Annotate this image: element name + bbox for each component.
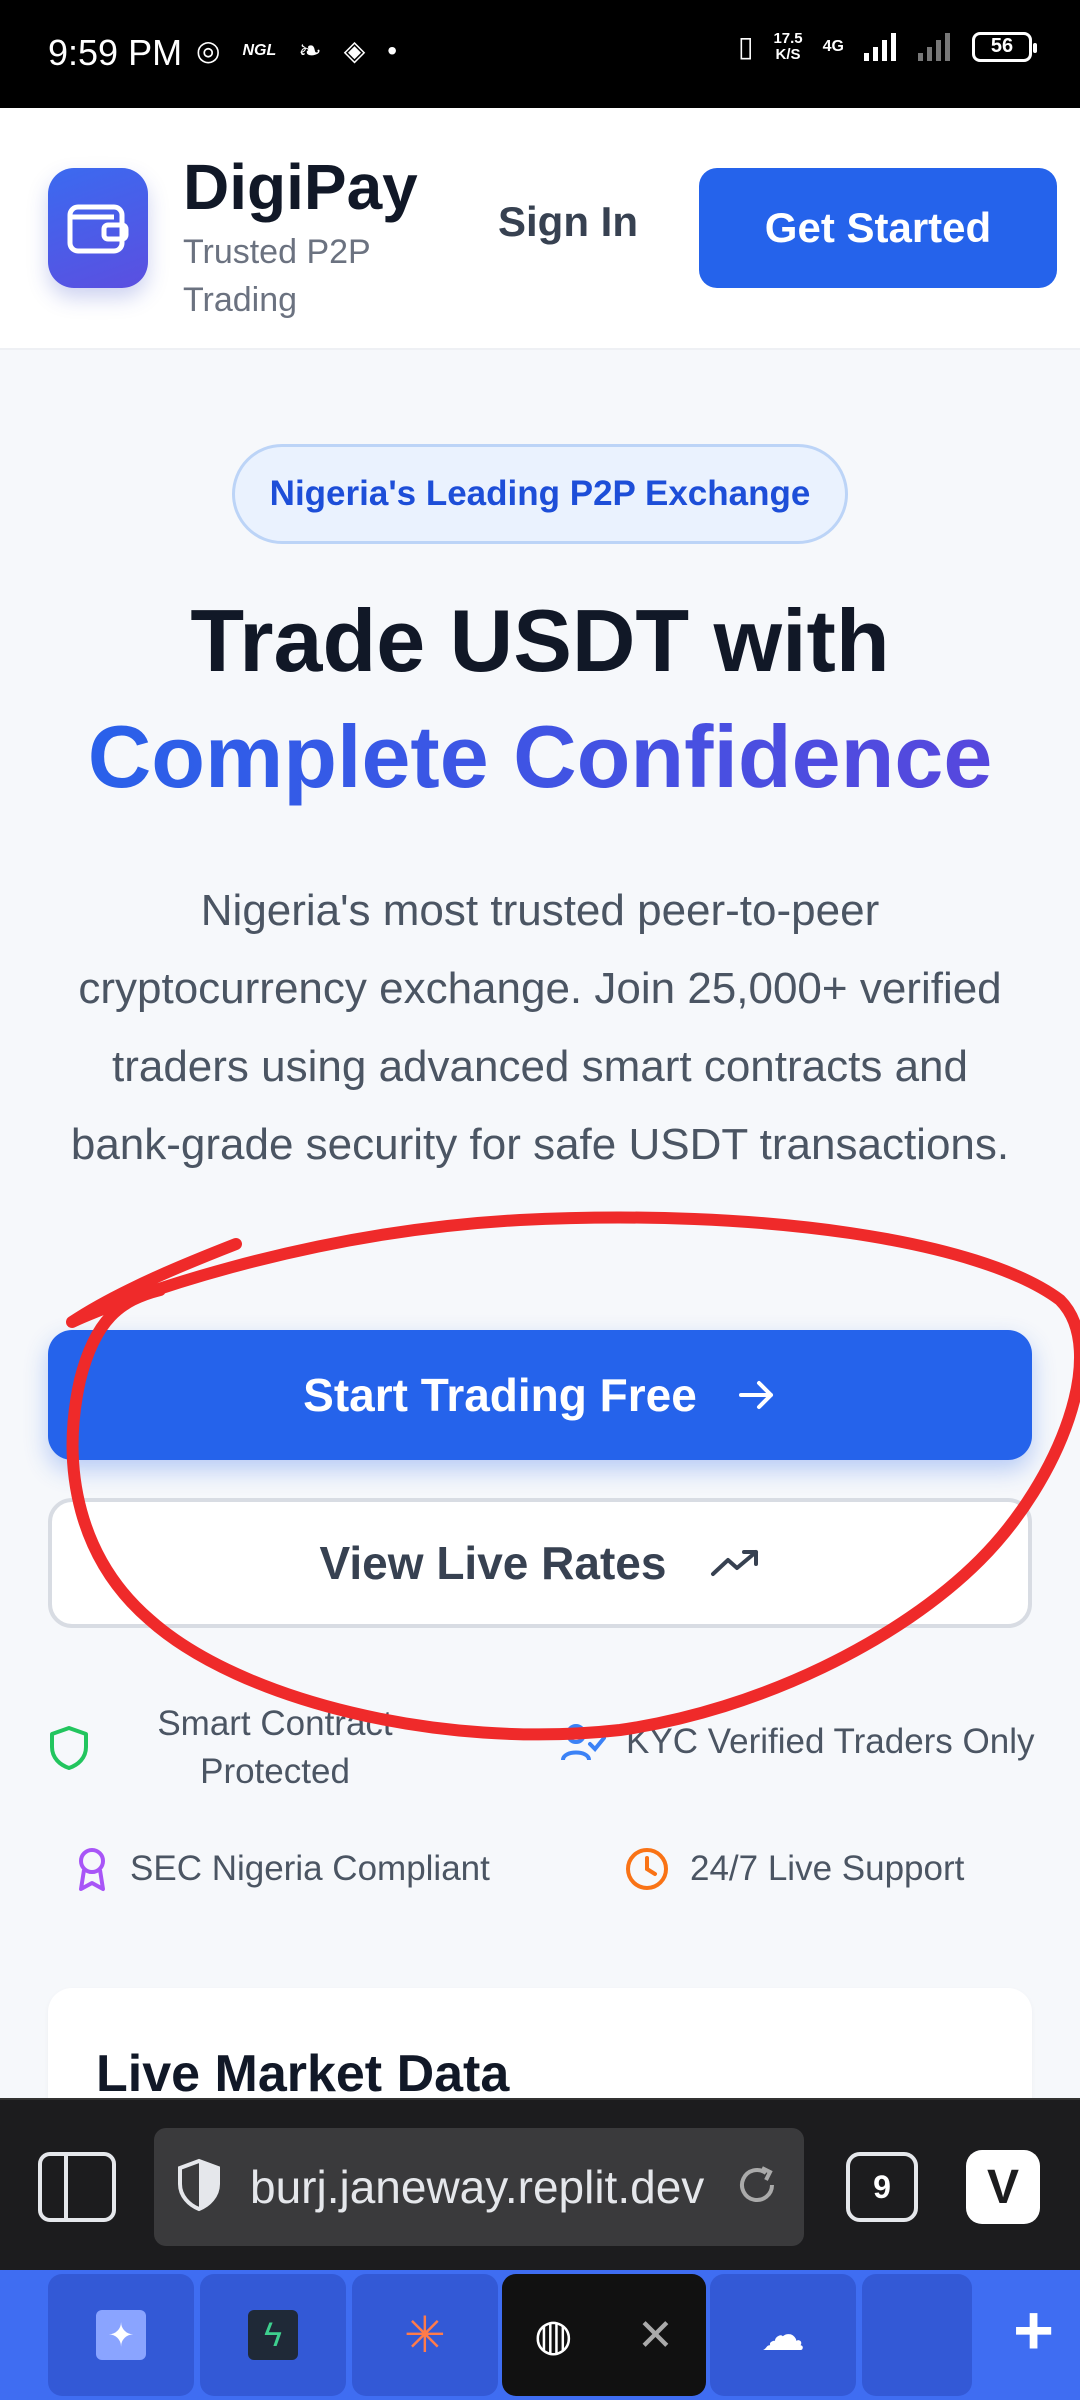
start-trading-label: Start Trading Free [303,1369,697,1421]
wallet-icon[interactable] [48,168,148,288]
dot-icon: • [387,34,398,66]
tab-starburst[interactable]: ✳ [352,2274,498,2396]
cloud-check-icon: ☁ [761,2310,805,2360]
signal-icon [864,32,896,61]
feature-sec: SEC Nigeria Compliant [74,1846,490,1892]
get-started-button[interactable]: Get Started [699,168,1057,288]
view-live-rates-button[interactable]: View Live Rates [48,1498,1032,1628]
close-tab-icon[interactable]: ✕ [637,2310,674,2361]
system-icons: ▯ 17.5 K/S 4G 56 [738,29,1037,63]
view-live-rates-label: View Live Rates [319,1537,667,1589]
start-trading-button[interactable]: Start Trading Free [48,1330,1032,1460]
clock: 9:59 PM [48,32,183,73]
diamond-icon: ◈ [343,35,366,66]
feature-smart-contract: Smart Contract Protected [48,1700,440,1796]
browser-toolbar: burj.janeway.replit.dev 9 V [0,2098,1080,2270]
ngl-icon: NGL [242,41,277,59]
notification-icons: ◎ NGL ❧ ◈ • [196,34,397,67]
site-header: DigiPay Trusted P2P Trading Sign In Get … [0,108,1080,350]
hero-title-line1: Trade USDT with [190,591,890,690]
new-tab-icon[interactable]: + [1013,2290,1054,2370]
award-icon [79,1848,105,1891]
signal-icon-secondary [918,32,950,61]
arrow-right-icon [738,1381,773,1409]
network-speed: 17.5 K/S [773,29,803,63]
hero-badge: Nigeria's Leading P2P Exchange [232,444,848,544]
globe-icon: ◍ [534,2310,573,2360]
feature-label: SEC Nigeria Compliant [130,1849,490,1888]
market-title: Live Market Data [96,2045,510,2103]
bolt-icon: ϟ [248,2310,298,2360]
brand-name[interactable]: DigiPay [183,150,418,224]
vibrate-icon: ▯ [738,31,754,62]
vivaldi-menu-icon[interactable]: V [966,2150,1040,2224]
tab-cloud-check[interactable]: ☁ [710,2274,856,2396]
security-shield-icon[interactable] [176,2158,222,2212]
address-bar[interactable]: burj.janeway.replit.dev [154,2128,804,2246]
feature-label: Smart Contract Protected [157,1704,393,1791]
tab-active[interactable]: ◍ ✕ [502,2274,706,2396]
tab-bolt[interactable]: ϟ [200,2274,346,2396]
clock-icon [626,1848,668,1890]
users-icon [561,1724,606,1761]
feature-label: KYC Verified Traders Only [626,1722,1035,1761]
sign-in-link[interactable]: Sign In [498,198,638,246]
feature-kyc: KYC Verified Traders Only [560,1722,1035,1762]
battery-icon: 56 [972,31,1037,62]
whatsapp-icon: ◎ [196,35,221,66]
starburst-icon: ✳ [404,2307,446,2363]
tab-strip: ✦ ϟ ✳ ◍ ✕ ☁ + [0,2270,1080,2400]
hero-title-line2: Complete Confidence [0,706,1080,808]
url-text[interactable]: burj.janeway.replit.dev [250,2160,720,2214]
shield-icon [50,1726,88,1770]
feature-support: 24/7 Live Support [624,1846,964,1892]
feature-label: 24/7 Live Support [690,1849,965,1888]
tab-partial[interactable] [862,2274,972,2396]
reload-icon[interactable] [732,2160,782,2210]
leaf-icon: ❧ [298,35,322,66]
sparkle-icon: ✦ [96,2310,146,2360]
hero-description: Nigeria's most trusted peer-to-peer cryp… [70,886,1010,1169]
brand-subtitle: Trusted P2P Trading [183,233,371,319]
panel-toggle-icon[interactable] [38,2152,116,2222]
network-type: 4G [822,37,844,55]
trending-up-icon [711,1550,759,1576]
tab-sparkle[interactable]: ✦ [48,2274,194,2396]
status-bar: 9:59 PM ◎ NGL ❧ ◈ • ▯ 17.5 K/S 4G 56 [0,0,1080,108]
tab-count-button[interactable]: 9 [846,2152,918,2222]
